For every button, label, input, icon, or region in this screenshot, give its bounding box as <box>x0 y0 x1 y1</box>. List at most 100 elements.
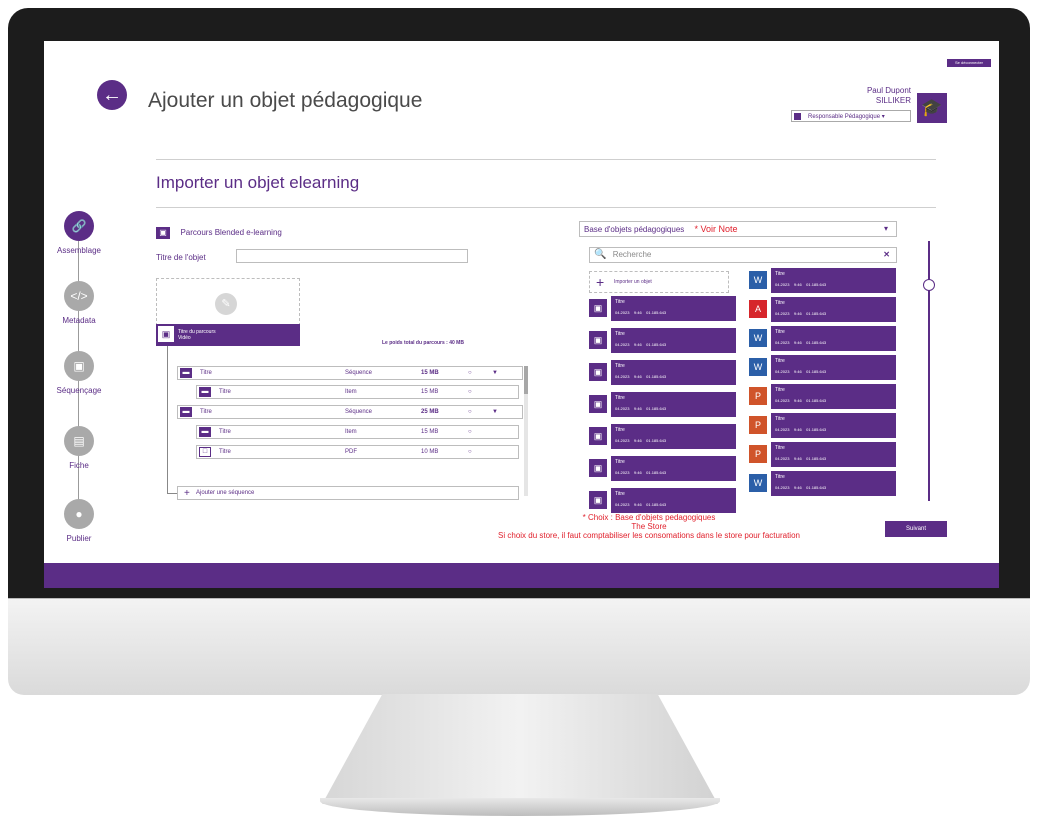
logout-button[interactable]: Se déconnecter <box>947 59 991 67</box>
tree-row-item[interactable]: ▬ Titre Item 15 MB ○ <box>196 425 519 439</box>
object-card-title: Titre <box>775 387 785 393</box>
info-icon[interactable]: ○ <box>468 370 472 376</box>
object-card-title: Titre <box>615 459 625 465</box>
plus-icon: + <box>596 274 605 290</box>
object-card-body: Titre 04.2023 9:46 01.185.643 <box>611 456 736 481</box>
monitor-stand <box>322 694 718 804</box>
object-card[interactable]: W Titre 04.2023 9:46 01.185.643 <box>749 355 896 380</box>
object-card-meta: 04.2023 9:46 01.185.643 <box>775 282 827 287</box>
footer-bar <box>44 563 999 588</box>
user-org: SILLIKER <box>875 96 911 105</box>
note: * Choix : Base d'objets pedagogiques The… <box>414 513 884 540</box>
object-card-body: Titre 04.2023 9:46 01.185.643 <box>611 360 736 385</box>
link-icon: 🔗 <box>64 211 94 241</box>
info-icon[interactable]: ○ <box>468 389 472 395</box>
chevron-down-icon[interactable]: ▼ <box>492 409 498 415</box>
course-bar-sub: Vidéo <box>178 335 191 341</box>
step-sequencage[interactable]: ▣ Séquençage <box>44 351 115 395</box>
video-file-icon: ▣ <box>589 395 607 413</box>
object-card-meta: 04.2023 9:46 01.185.643 <box>775 485 827 490</box>
object-card[interactable]: P Titre 04.2023 9:46 01.185.643 <box>749 384 896 409</box>
header-divider <box>156 159 936 160</box>
object-card[interactable]: ▣ Titre 04.2023 9:46 01.185.643 <box>589 456 736 481</box>
video-file-icon: ▣ <box>589 299 607 317</box>
info-icon[interactable]: ○ <box>468 449 472 455</box>
object-card-title: Titre <box>775 271 785 277</box>
object-base-select[interactable]: Base d'objets pédagogiques * Voir Note ▾ <box>579 221 897 237</box>
tree-connector <box>167 346 168 494</box>
word-file-icon: W <box>749 358 767 376</box>
arrow-left-icon: ← <box>102 84 122 106</box>
object-card-title: Titre <box>615 395 625 401</box>
word-file-icon: W <box>749 474 767 492</box>
object-card[interactable]: ▣ Titre 04.2023 9:46 01.185.643 <box>589 488 736 513</box>
object-card[interactable]: ▣ Titre 04.2023 9:46 01.185.643 <box>589 392 736 417</box>
video-file-icon: ▣ <box>589 363 607 381</box>
role-select[interactable]: Responsable Pédagogique ▾ <box>791 110 911 122</box>
avatar[interactable]: 🎓 <box>917 93 947 123</box>
info-icon[interactable]: ○ <box>468 409 472 415</box>
pdf-file-icon: A <box>749 300 767 318</box>
object-title-input[interactable] <box>236 249 468 263</box>
object-card[interactable]: P Titre 04.2023 9:46 01.185.643 <box>749 413 896 438</box>
note-line-1: * Choix : Base d'objets pedagogiques <box>582 513 716 522</box>
course-icon: ▣ <box>156 227 170 239</box>
tree-row-sequence[interactable]: ▬ Titre Séquence 25 MB ○ ▼ <box>177 405 523 419</box>
object-card[interactable]: A Titre 04.2023 9:46 01.185.643 <box>749 297 896 322</box>
book-icon: ▤ <box>64 426 94 456</box>
object-card-body: Titre 04.2023 9:46 01.185.643 <box>611 328 736 353</box>
object-card-meta: 04.2023 9:46 01.185.643 <box>775 340 827 345</box>
video-file-icon: ▣ <box>589 459 607 477</box>
object-card-title: Titre <box>615 491 625 497</box>
role-icon <box>794 113 801 120</box>
step-metadata[interactable]: </> Metadata <box>44 281 115 325</box>
image-placeholder-icon: ✎ <box>215 293 237 315</box>
object-card-body: Titre 04.2023 9:46 01.185.643 <box>611 488 736 513</box>
step-fiche[interactable]: ▤ Fiche <box>44 426 115 470</box>
back-button[interactable]: ← <box>97 80 127 110</box>
object-card-body: Titre 04.2023 9:46 01.185.643 <box>771 384 896 409</box>
object-card-title: Titre <box>775 300 785 306</box>
pdf-icon: □ <box>199 447 211 457</box>
ppt-file-icon: P <box>749 387 767 405</box>
page-title: Ajouter un objet pédagogique <box>148 89 423 112</box>
monitor-foot <box>320 798 720 816</box>
tree-row-pdf[interactable]: □ Titre PDF 10 MB ○ <box>196 445 519 459</box>
next-button[interactable]: Suivant <box>885 521 947 537</box>
step-assemblage[interactable]: 🔗 Assemblage <box>44 211 115 255</box>
object-card-title: Titre <box>775 358 785 364</box>
object-card[interactable]: P Titre 04.2023 9:46 01.185.643 <box>749 442 896 467</box>
object-scrollbar-thumb[interactable] <box>923 279 935 291</box>
object-card-meta: 04.2023 9:46 01.185.643 <box>775 311 827 316</box>
object-card-meta: 04.2023 9:46 01.185.643 <box>775 427 827 432</box>
voir-note: * Voir Note <box>694 224 738 234</box>
object-card[interactable]: ▣ Titre 04.2023 9:46 01.185.643 <box>589 424 736 449</box>
user-info: Paul Dupont SILLIKER <box>867 86 911 106</box>
clear-icon[interactable]: ✕ <box>883 248 890 262</box>
role-select-value: Responsable Pédagogique <box>808 114 881 120</box>
object-card-meta: 04.2023 9:46 01.185.643 <box>615 502 667 507</box>
note-line-3: Si choix du store, il faut comptabiliser… <box>498 531 800 540</box>
sequence-icon: ▬ <box>180 407 192 417</box>
object-card[interactable]: ▣ Titre 04.2023 9:46 01.185.643 <box>589 328 736 353</box>
search-input[interactable]: 🔍 Recherche ✕ <box>589 247 897 263</box>
tree-row-sequence[interactable]: ▬ Titre Séquence 15 MB ○ ▼ <box>177 366 523 380</box>
object-card-body: Titre 04.2023 9:46 01.185.643 <box>771 268 896 293</box>
object-card[interactable]: ▣ Titre 04.2023 9:46 01.185.643 <box>589 360 736 385</box>
import-object-button[interactable]: + Importer un objet <box>589 271 729 293</box>
object-card[interactable]: W Titre 04.2023 9:46 01.185.643 <box>749 268 896 293</box>
tree-scrollbar-thumb[interactable] <box>524 366 528 394</box>
step-publier[interactable]: ● Publier <box>44 499 115 543</box>
object-card[interactable]: W Titre 04.2023 9:46 01.185.643 <box>749 326 896 351</box>
object-card[interactable]: W Titre 04.2023 9:46 01.185.643 <box>749 471 896 496</box>
user-name: Paul Dupont <box>866 86 911 95</box>
object-card-title: Titre <box>775 416 785 422</box>
tree-row-item[interactable]: ▬ Titre Item 15 MB ○ <box>196 385 519 399</box>
info-icon[interactable]: ○ <box>468 429 472 435</box>
object-card[interactable]: ▣ Titre 04.2023 9:46 01.185.643 <box>589 296 736 321</box>
add-sequence-button[interactable]: + Ajouter une séquence <box>177 486 519 500</box>
video-file-icon: ▣ <box>589 491 607 509</box>
word-file-icon: W <box>749 329 767 347</box>
chevron-down-icon[interactable]: ▼ <box>492 370 498 376</box>
object-card-body: Titre 04.2023 9:46 01.185.643 <box>771 413 896 438</box>
